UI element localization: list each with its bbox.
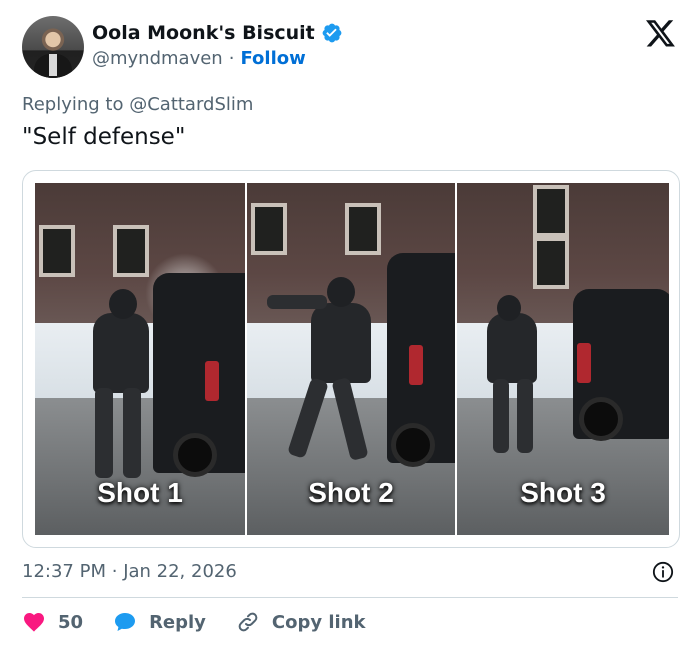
officer xyxy=(311,303,371,383)
media-panel-1: Shot 1 xyxy=(35,183,245,535)
window xyxy=(251,203,287,255)
media-panel-2: Shot 2 xyxy=(247,183,455,535)
link-icon xyxy=(238,612,258,632)
officer-head xyxy=(327,277,355,307)
officer xyxy=(487,313,537,383)
officer-leg xyxy=(493,379,509,453)
copy-link-label: Copy link xyxy=(271,611,366,633)
action-bar: 50 Reply Copy link xyxy=(22,610,396,634)
window xyxy=(113,225,149,277)
timestamp[interactable]: 12:37 PM · Jan 22, 2026 xyxy=(22,561,237,582)
suv xyxy=(573,289,669,441)
window xyxy=(345,203,381,255)
media-image[interactable]: Shot 1 Shot 2 Shot 3 xyxy=(22,170,680,548)
officer-head xyxy=(109,289,137,319)
like-count: 50 xyxy=(58,611,84,633)
heart-icon xyxy=(24,613,44,632)
shot-label: Shot 2 xyxy=(308,477,394,508)
tweet-text: "Self defense" xyxy=(22,124,186,150)
handle-separator: · xyxy=(228,48,235,69)
wheel xyxy=(579,397,623,441)
time: 12:37 PM xyxy=(22,561,106,582)
officer-leg xyxy=(123,388,141,478)
officer-leg xyxy=(95,388,113,478)
tail-light xyxy=(577,343,591,383)
copy-link-button[interactable]: Copy link xyxy=(236,610,366,634)
speech-bubble-icon xyxy=(115,613,136,631)
time-separator: · xyxy=(111,561,118,582)
officer xyxy=(93,313,149,393)
like-button[interactable]: 50 xyxy=(22,610,83,634)
officer-arm xyxy=(267,295,327,309)
verified-badge-icon xyxy=(322,23,342,43)
divider xyxy=(22,597,678,598)
wheel xyxy=(391,423,435,467)
x-logo-icon[interactable] xyxy=(646,20,676,48)
window xyxy=(533,185,569,237)
tail-light xyxy=(205,361,219,401)
avatar[interactable] xyxy=(22,16,84,78)
shot-label: Shot 1 xyxy=(97,477,183,508)
suv xyxy=(153,273,245,477)
avatar-shirt xyxy=(49,54,57,76)
reply-label: Reply xyxy=(149,611,206,633)
replying-to: Replying to @CattardSlim xyxy=(22,94,253,115)
wheel xyxy=(173,433,217,477)
author-handle-row: @myndmaven · Follow xyxy=(92,48,306,69)
window xyxy=(533,237,569,289)
suv xyxy=(387,253,455,467)
date: Jan 22, 2026 xyxy=(123,561,237,582)
author-name[interactable]: Oola Moonk's Biscuit xyxy=(92,22,315,44)
tail-light xyxy=(409,345,423,385)
author-name-row: Oola Moonk's Biscuit xyxy=(92,22,343,44)
officer-head xyxy=(497,295,521,321)
reply-button[interactable]: Reply xyxy=(113,610,206,634)
shot-label: Shot 3 xyxy=(520,477,606,508)
info-icon[interactable] xyxy=(652,561,674,583)
follow-button[interactable]: Follow xyxy=(240,48,305,69)
officer-leg xyxy=(517,379,533,453)
media-panel-3: Shot 3 xyxy=(457,183,669,535)
author-handle[interactable]: @myndmaven xyxy=(92,48,223,69)
window xyxy=(39,225,75,277)
replying-handle[interactable]: @CattardSlim xyxy=(129,94,253,115)
replying-prefix: Replying to xyxy=(22,94,124,115)
